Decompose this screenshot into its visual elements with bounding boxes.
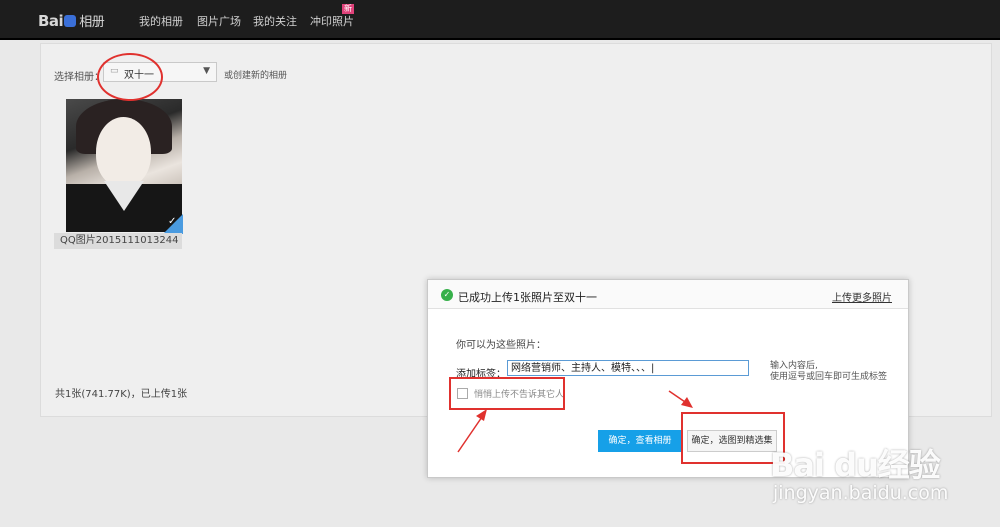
watermark-brand: Bai du经验: [770, 446, 941, 484]
annotation-arrow-left: [457, 409, 487, 453]
watermark-url: jingyan.baidu.com: [773, 482, 949, 504]
annotation-arrow-right: [668, 390, 693, 408]
